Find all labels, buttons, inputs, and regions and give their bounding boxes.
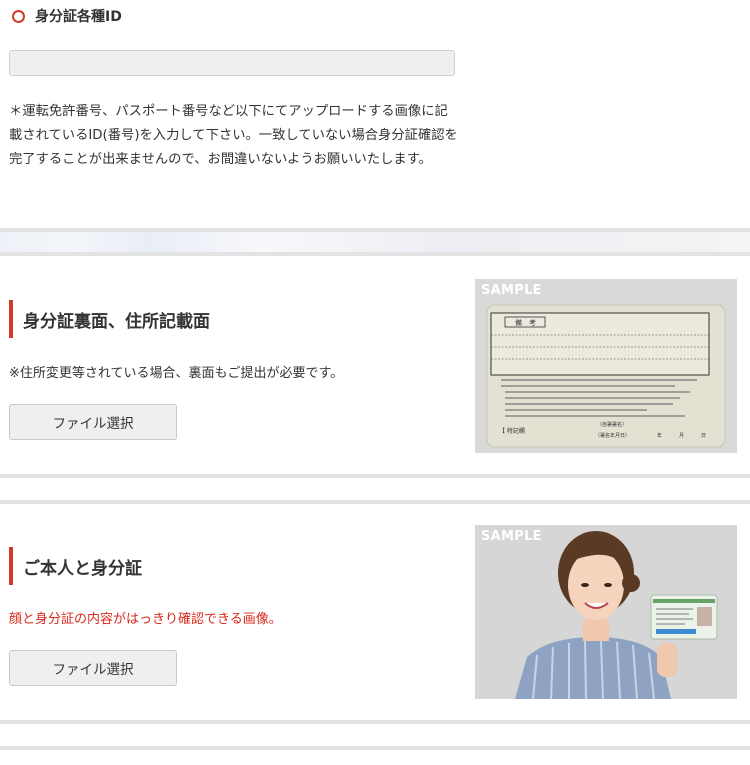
selfie-file-select-button[interactable]: ファイル選択 (9, 650, 177, 686)
card-day-label: 日 (701, 433, 706, 439)
card-remarks-label: 備 考 (515, 318, 536, 327)
card-signature-date-label: （署名年月日） (595, 432, 630, 439)
selfie-section-note: 顔と身分証の内容がはっきり確認できる画像。 (9, 612, 282, 627)
card-year-label: 年 (657, 432, 662, 439)
back-section-note: ※住所変更等されている場合、裏面もご提出が必要です。 (9, 366, 344, 381)
back-file-select-button[interactable]: ファイル選択 (9, 404, 177, 440)
card-signature-label: （自署署名） (597, 421, 627, 428)
back-section-heading: 身分証裏面、住所記載面 (9, 300, 210, 338)
back-section-title: 身分証裏面、住所記載面 (23, 311, 210, 332)
id-section-title: 身分証各種ID (35, 9, 122, 25)
section-divider (0, 720, 750, 750)
card-back-sample-image: SAMPLE 備 考 【 特記欄 （自署署名） （署名年月日） 年 月 日 (475, 279, 737, 453)
id-section-note: ＊運転免許番号、パスポート番号など以下にてアップロードする画像に記載されているI… (9, 104, 458, 167)
selfie-section-heading: ご本人と身分証 (9, 547, 142, 585)
id-number-input[interactable] (9, 50, 455, 76)
section-divider (0, 474, 750, 504)
selfie-section-title: ご本人と身分証 (23, 558, 142, 579)
license-back-illustration: 備 考 【 特記欄 （自署署名） （署名年月日） 年 月 日 (486, 304, 726, 448)
heading-accent-bar (9, 300, 13, 338)
section-divider (0, 228, 750, 256)
selfie-sample-image: SAMPLE (475, 525, 737, 699)
sample-label: SAMPLE (481, 283, 542, 298)
circle-bullet-icon (12, 9, 25, 23)
heading-accent-bar (9, 547, 13, 585)
sample-label: SAMPLE (481, 529, 542, 544)
person-holding-id-illustration (515, 531, 718, 699)
id-section-heading: 身分証各種ID (12, 6, 122, 26)
card-month-label: 月 (679, 433, 684, 439)
card-special-notes-label: 【 特記欄 (499, 427, 525, 435)
